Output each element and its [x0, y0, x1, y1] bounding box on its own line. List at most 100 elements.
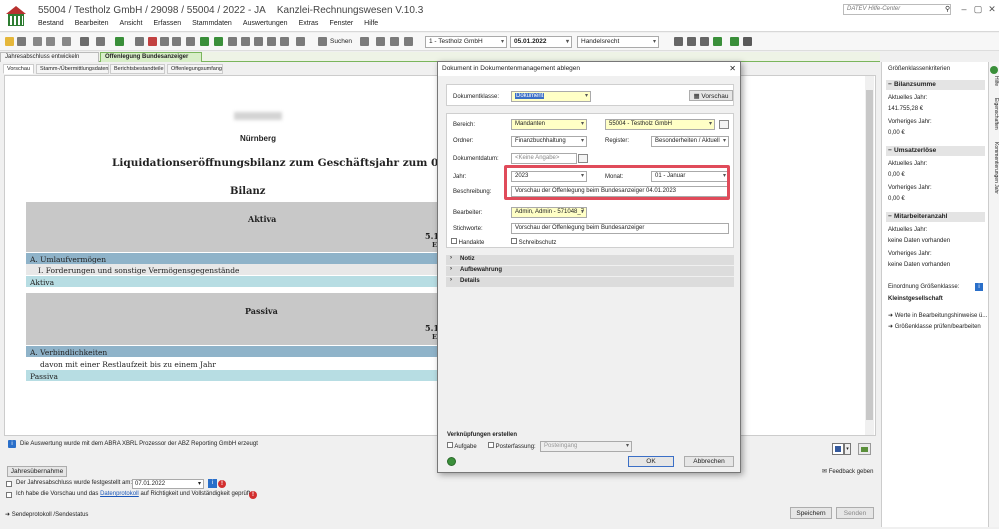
save-disk-icon[interactable]	[832, 443, 844, 455]
cut-icon[interactable]	[148, 37, 157, 46]
vtab-eigenschaften[interactable]: Eigenschaften	[990, 98, 999, 130]
vorschau-button[interactable]: ▦ Vorschau	[689, 90, 733, 101]
help-center-search-input[interactable]: DATEV Hilfe-Center	[843, 4, 951, 15]
check-icon[interactable]	[730, 37, 739, 46]
subtab-stammdaten[interactable]: Stamm-/Übermittlungsdaten	[36, 64, 109, 74]
company-select[interactable]: 1 - Testholz GmbH ▾	[425, 36, 507, 48]
menu-ansicht[interactable]: Ansicht	[120, 20, 143, 27]
folder-open-icon[interactable]	[5, 37, 14, 46]
werte-link[interactable]: ➜ Werte in Bearbeitungshinweise ü...	[888, 312, 987, 319]
maximize-icon[interactable]: ▢	[972, 3, 984, 15]
undo-icon[interactable]	[33, 37, 42, 46]
settings-icon[interactable]	[241, 37, 250, 46]
folder-green-icon[interactable]	[713, 37, 722, 46]
bookmark-icon[interactable]	[404, 37, 413, 46]
aufgabe-checkbox[interactable]: Aufgabe	[447, 442, 477, 450]
print-icon[interactable]	[17, 37, 26, 46]
mandant-lookup-icon[interactable]	[719, 120, 729, 129]
date-select[interactable]: 05.01.2022 ▾	[510, 36, 572, 48]
grid-icon[interactable]	[80, 37, 89, 46]
menu-bestand[interactable]: Bestand	[38, 20, 64, 27]
handakte-checkbox[interactable]: Handakte	[451, 238, 484, 246]
calculator-icon[interactable]	[700, 37, 709, 46]
mandant-select[interactable]: 55004 - Testholz GmbH ▾	[605, 119, 715, 130]
vtab-kommentierungen[interactable]: Kommentierungen Jahr	[990, 142, 999, 194]
posteingang-select[interactable]: Posteingang ▾	[540, 441, 632, 452]
bearbeiter-select[interactable]: Admin, Admin - 571048_7 ▾	[511, 207, 587, 218]
festgestellt-date-input[interactable]: 07.01.2022 ▾	[132, 479, 204, 489]
tab-jahresabschluss[interactable]: Jahresabschluss entwickeln	[0, 52, 99, 62]
export-icon[interactable]	[390, 37, 399, 46]
bereich-select[interactable]: Mandanten ▾	[511, 119, 587, 130]
ruler-icon[interactable]	[254, 37, 263, 46]
stichworte-input[interactable]: Vorschau der Offenlegung beim Bundesanze…	[511, 223, 729, 234]
festgestellt-checkbox[interactable]	[6, 481, 12, 489]
feedback-link[interactable]: ✉ Feedback geben	[822, 468, 873, 475]
help-icon[interactable]	[990, 66, 998, 74]
calendar-icon[interactable]	[228, 37, 237, 46]
search-settings-icon[interactable]	[360, 37, 369, 46]
close-icon[interactable]: ✕	[986, 3, 998, 15]
document-icon[interactable]	[135, 37, 144, 46]
subtab-berichtsbestandteile[interactable]: Berichtsbestandteile	[110, 64, 165, 74]
link-icon[interactable]	[267, 37, 276, 46]
speichern-button[interactable]: Speichern	[790, 507, 832, 519]
subtab-offenlegungsumfang[interactable]: Offenlegungsumfang	[167, 64, 223, 74]
tools-icon[interactable]	[96, 37, 105, 46]
book-icon[interactable]	[674, 37, 683, 46]
search-icon[interactable]: ⚲	[945, 5, 950, 13]
details-section[interactable]: › Details	[446, 277, 734, 287]
chevron-down-icon[interactable]: ▾	[844, 443, 851, 455]
menu-bearbeiten[interactable]: Bearbeiten	[75, 20, 109, 27]
dokumentdatum-input[interactable]: <Keine Angabe>	[511, 153, 577, 164]
subtab-vorschau[interactable]: Vorschau	[3, 64, 34, 74]
abbrechen-button[interactable]: Abbrechen	[684, 456, 734, 467]
upload-icon[interactable]	[46, 37, 55, 46]
close-icon[interactable]: ✕	[729, 64, 736, 73]
ok-button[interactable]: OK	[628, 456, 674, 467]
dokumentklasse-select[interactable]: Dokument ▾	[511, 91, 591, 102]
jahresuebernahme-button[interactable]: Jahresübernahme	[7, 466, 67, 477]
calendar-info-icon[interactable]: i	[208, 479, 217, 488]
info-icon[interactable]	[743, 37, 752, 46]
groessenklasse-link[interactable]: ➜ Größenklasse prüfen/bearbeiten	[888, 323, 981, 330]
clipboard-icon[interactable]	[687, 37, 696, 46]
minimize-icon[interactable]: –	[958, 3, 970, 15]
schreibschutz-checkbox[interactable]: Schreibschutz	[511, 238, 556, 246]
menu-hilfe[interactable]: Hilfe	[364, 20, 378, 27]
flag-icon[interactable]	[280, 37, 289, 46]
menu-extras[interactable]: Extras	[299, 20, 319, 27]
mitarbeiter-header[interactable]: − Mitarbeiteranzahl	[886, 212, 985, 222]
menu-fenster[interactable]: Fenster	[329, 20, 353, 27]
print-icon[interactable]	[858, 443, 871, 455]
umsatzerloese-header[interactable]: − Umsatzerlöse	[886, 146, 985, 156]
menu-stammdaten[interactable]: Stammdaten	[192, 20, 232, 27]
menu-auswertungen[interactable]: Auswertungen	[243, 20, 288, 27]
tab-offenlegung[interactable]: Offenlegung Bundesanzeiger	[100, 52, 202, 62]
table-icon[interactable]	[200, 37, 209, 46]
list-icon[interactable]	[186, 37, 195, 46]
posterfassung-checkbox[interactable]: Posterfassung:	[488, 442, 536, 450]
info-icon[interactable]: i	[975, 283, 983, 291]
paste-icon[interactable]	[172, 37, 181, 46]
menu-erfassen[interactable]: Erfassen	[154, 20, 182, 27]
aufbewahrung-section[interactable]: › Aufbewahrung	[446, 266, 734, 276]
document-stack-icon[interactable]	[376, 37, 385, 46]
help-icon[interactable]	[447, 457, 456, 466]
calendar-icon[interactable]	[578, 154, 588, 163]
sendeprotokoll-link[interactable]: ➜ Sendeprotokoll /Sendestatus	[5, 511, 88, 518]
vtab-hilfe[interactable]: Hilfe	[990, 76, 999, 86]
senden-button[interactable]: Senden	[836, 507, 874, 519]
filter-icon[interactable]	[296, 37, 305, 46]
scrollbar-thumb[interactable]	[866, 90, 873, 420]
notiz-section[interactable]: › Notiz	[446, 255, 734, 265]
register-select[interactable]: Besonderheiten / Aktuell ▾	[651, 136, 729, 147]
phone-icon[interactable]	[115, 37, 124, 46]
search-label[interactable]: Suchen	[330, 38, 352, 45]
law-select[interactable]: Handelsrecht ▾	[577, 36, 659, 48]
datenprotokoll-link[interactable]: Datenprotokoll	[100, 491, 139, 497]
navigate-arrows-icon[interactable]	[62, 37, 71, 46]
binoculars-icon[interactable]	[318, 37, 327, 46]
copy-icon[interactable]	[160, 37, 169, 46]
ordner-select[interactable]: Finanzbuchhaltung ▾	[511, 136, 587, 147]
